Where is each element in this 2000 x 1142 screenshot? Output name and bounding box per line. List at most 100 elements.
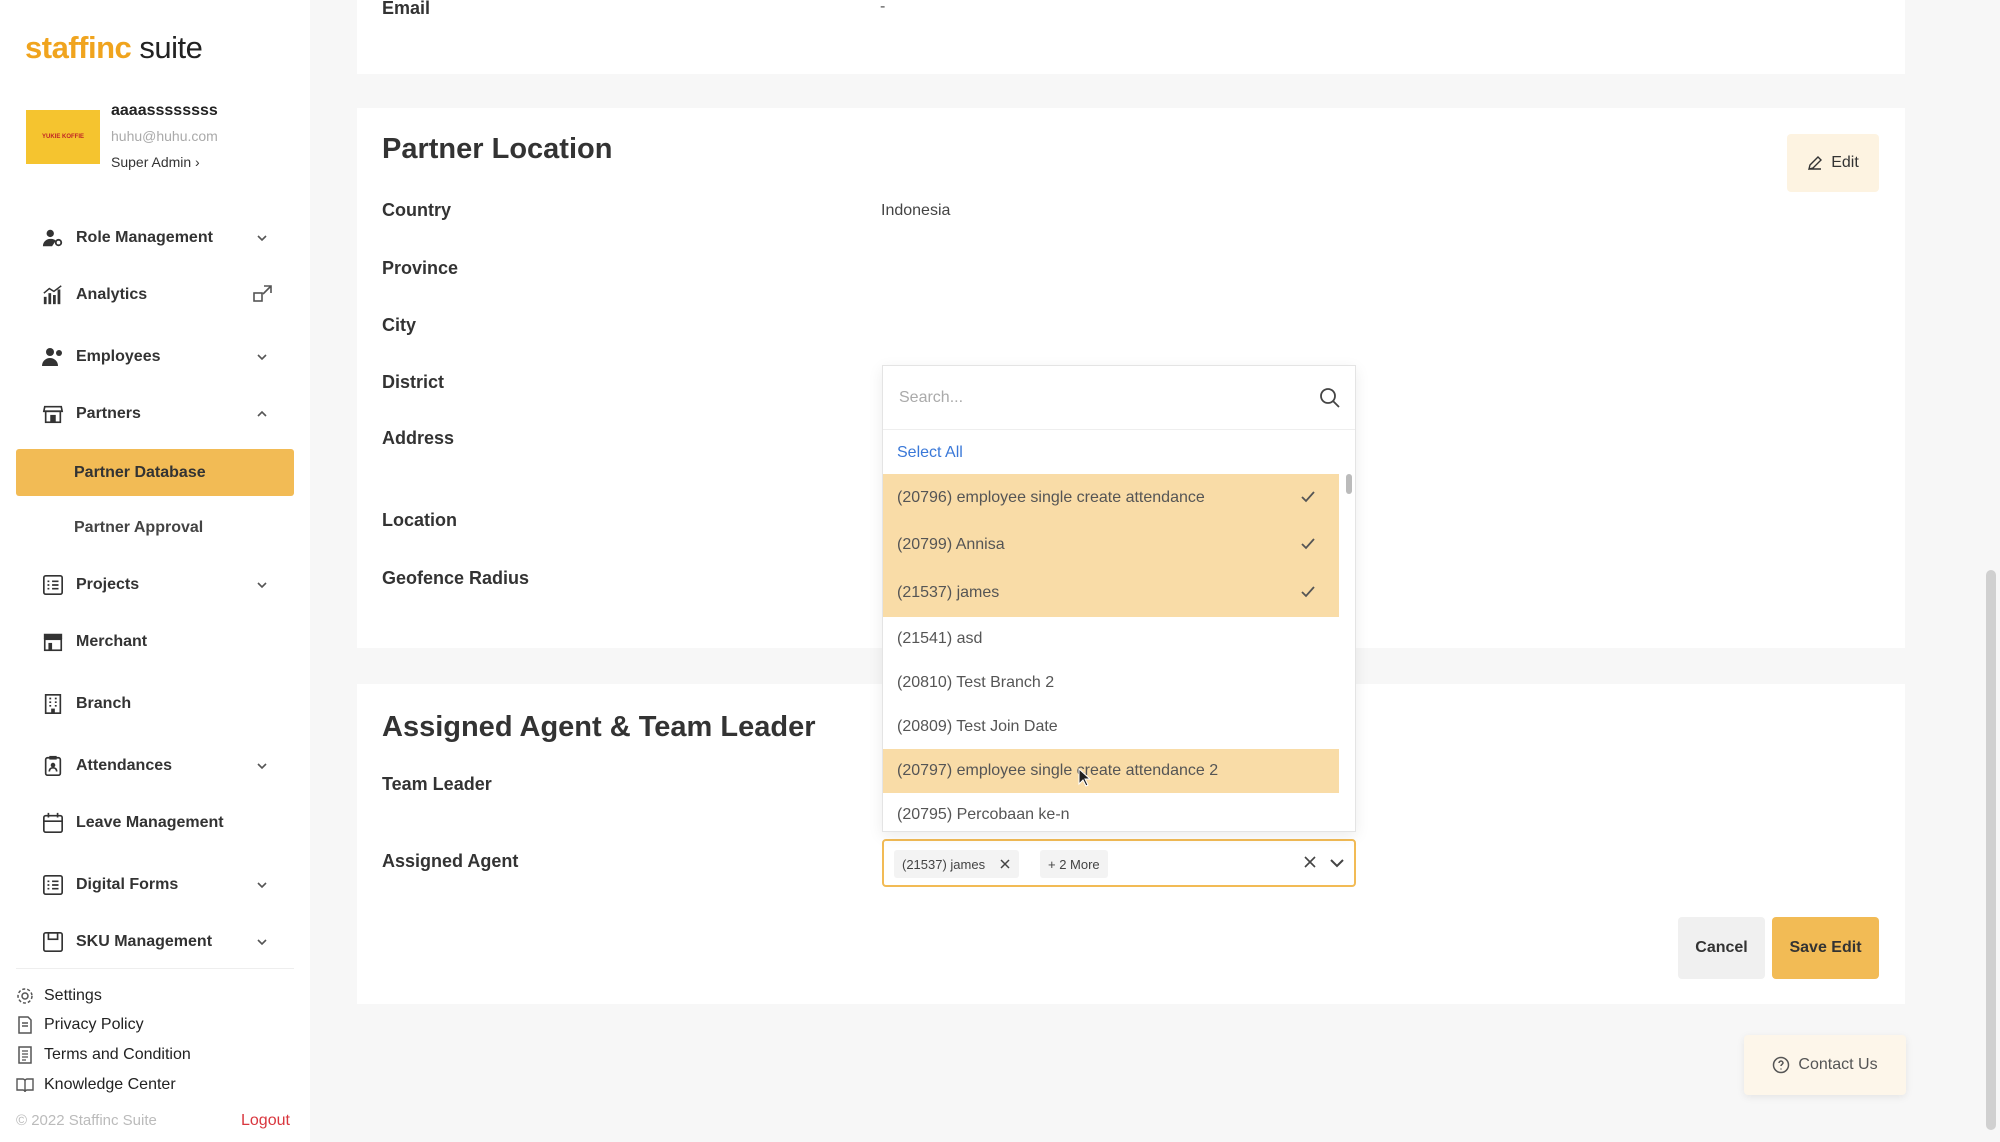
- sidebar-item-sku-management[interactable]: SKU Management: [40, 922, 280, 962]
- chevron-down-icon[interactable]: [1328, 855, 1346, 871]
- edit-button[interactable]: Edit: [1787, 134, 1879, 192]
- clear-icon[interactable]: [1302, 854, 1318, 870]
- save-box-icon: [40, 929, 66, 955]
- pencil-icon: [1808, 156, 1823, 170]
- store-icon: [40, 401, 66, 427]
- dropdown-search: [883, 366, 1355, 430]
- sidebar-item-label: Projects: [76, 576, 140, 593]
- document-lock-icon: [18, 1016, 32, 1034]
- dropdown-option[interactable]: (20796) employee single create attendanc…: [883, 474, 1339, 521]
- section-title: Partner Location: [382, 133, 613, 165]
- bar-chart-icon: [40, 282, 66, 308]
- privacy-policy-label: Privacy Policy: [44, 1016, 144, 1033]
- building-icon: [40, 691, 66, 717]
- shop-icon: [40, 629, 66, 655]
- sidebar-item-attendances[interactable]: Attendances: [40, 746, 280, 786]
- settings-label: Settings: [44, 987, 102, 1004]
- section-title: Assigned Agent & Team Leader: [382, 711, 816, 743]
- geofence-radius-label: Geofence Radius: [382, 568, 530, 588]
- dropdown-option[interactable]: (21541) asd: [883, 617, 1339, 661]
- privacy-policy-link[interactable]: Privacy Policy: [16, 1016, 144, 1034]
- sidebar-item-label: SKU Management: [76, 933, 213, 950]
- avatar: YUKIE KOFFIE: [26, 110, 100, 164]
- address-label: Address: [382, 428, 455, 448]
- knowledge-center-link[interactable]: Knowledge Center: [16, 1076, 176, 1094]
- user-settings-icon: [40, 225, 66, 251]
- contact-us-label: Contact Us: [1798, 1056, 1878, 1073]
- team-leader-label: Team Leader: [382, 774, 492, 794]
- form-icon: [40, 872, 66, 898]
- select-all-link[interactable]: Select All: [897, 444, 963, 462]
- selected-agent-chip: (21537) james: [894, 850, 1020, 878]
- dropdown-option[interactable]: (21537) james: [883, 569, 1339, 617]
- country-label: Country: [382, 200, 451, 220]
- partner-info-card: Email -: [357, 0, 1905, 74]
- contact-us-button[interactable]: Contact Us: [1744, 1035, 1906, 1095]
- sidebar-item-partners[interactable]: Partners: [40, 394, 280, 434]
- option-label: (20795) Percobaan ke-n: [897, 806, 1070, 823]
- sidebar-item-partner-approval[interactable]: Partner Approval: [74, 519, 203, 537]
- sidebar-item-label: Branch: [76, 695, 132, 712]
- dropdown-scrollbar[interactable]: [1346, 474, 1352, 494]
- sidebar-item-label: Role Management: [76, 229, 213, 246]
- save-edit-button[interactable]: Save Edit: [1772, 917, 1879, 979]
- option-label: (20809) Test Join Date: [897, 718, 1058, 735]
- sidebar-item-role-management[interactable]: Role Management: [40, 218, 280, 258]
- chevron-down-icon: [257, 235, 267, 242]
- page-scrollbar[interactable]: [1986, 570, 1996, 1130]
- more-chip: + 2 More: [1040, 850, 1108, 878]
- check-icon: [1301, 586, 1315, 598]
- dropdown-option[interactable]: (20810) Test Branch 2: [883, 661, 1339, 705]
- sidebar-item-digital-forms[interactable]: Digital Forms: [40, 865, 280, 905]
- sidebar-item-leave-management[interactable]: Leave Management: [40, 803, 280, 843]
- knowledge-center-label: Knowledge Center: [44, 1076, 176, 1093]
- profile-role[interactable]: Super Admin ›: [111, 154, 200, 170]
- sidebar-item-projects[interactable]: Projects: [40, 565, 280, 605]
- profile-email: huhu@huhu.com: [111, 128, 218, 144]
- settings-link[interactable]: Settings: [16, 987, 102, 1005]
- cancel-button[interactable]: Cancel: [1678, 917, 1765, 979]
- sidebar-item-partner-database[interactable]: Partner Database: [16, 449, 294, 496]
- terms-label: Terms and Condition: [44, 1046, 191, 1063]
- sidebar: staffinc suite YUKIE KOFFIE aaaassssssss…: [0, 0, 310, 1142]
- dropdown-option[interactable]: (20809) Test Join Date: [883, 705, 1339, 749]
- assigned-agent-select[interactable]: (21537) james + 2 More: [882, 839, 1356, 887]
- option-label: (20810) Test Branch 2: [897, 674, 1055, 691]
- logout-link[interactable]: Logout: [241, 1112, 290, 1130]
- chevron-down-icon: [257, 354, 267, 361]
- sidebar-item-branch[interactable]: Branch: [40, 684, 280, 724]
- sidebar-item-analytics[interactable]: Analytics: [40, 275, 280, 315]
- gear-icon: [17, 988, 33, 1004]
- terms-link[interactable]: Terms and Condition: [16, 1046, 191, 1064]
- external-link-icon: [253, 285, 272, 302]
- dropdown-option[interactable]: (20795) Percobaan ke-n: [883, 793, 1339, 831]
- option-label: (20796) employee single create attendanc…: [897, 488, 1205, 506]
- chevron-down-icon: [257, 763, 267, 770]
- search-icon: [1320, 388, 1340, 408]
- sidebar-item-merchant[interactable]: Merchant: [40, 622, 280, 662]
- sidebar-item-label: Digital Forms: [76, 876, 179, 893]
- user-profile[interactable]: YUKIE KOFFIE aaaassssssss huhu@huhu.com …: [26, 100, 296, 175]
- close-icon[interactable]: [999, 858, 1011, 870]
- sidebar-item-label: Employees: [76, 348, 161, 365]
- chevron-down-icon: [257, 939, 267, 946]
- sidebar-item-employees[interactable]: Employees: [40, 337, 280, 377]
- book-icon: [16, 1078, 34, 1093]
- profile-name: aaaassssssss: [111, 102, 218, 119]
- email-label: Email: [382, 0, 431, 18]
- check-icon: [1301, 491, 1315, 503]
- brand-logo-part2: suite: [131, 30, 203, 65]
- sidebar-item-label: Analytics: [76, 286, 148, 303]
- sidebar-divider: [16, 968, 294, 969]
- dropdown-option[interactable]: (20799) Annisa: [883, 521, 1339, 569]
- city-label: City: [382, 315, 417, 335]
- dropdown-option[interactable]: (20797) employee single create attendanc…: [883, 749, 1339, 793]
- help-icon: [1773, 1056, 1790, 1074]
- brand-logo[interactable]: staffinc suite: [25, 30, 203, 66]
- chevron-up-icon: [257, 410, 267, 417]
- sidebar-item-label: Partners: [76, 405, 141, 422]
- sidebar-item-label: Merchant: [76, 633, 148, 650]
- mouse-cursor-icon: [1078, 768, 1092, 787]
- search-input[interactable]: [899, 384, 1299, 412]
- clipboard-icon: [40, 753, 66, 779]
